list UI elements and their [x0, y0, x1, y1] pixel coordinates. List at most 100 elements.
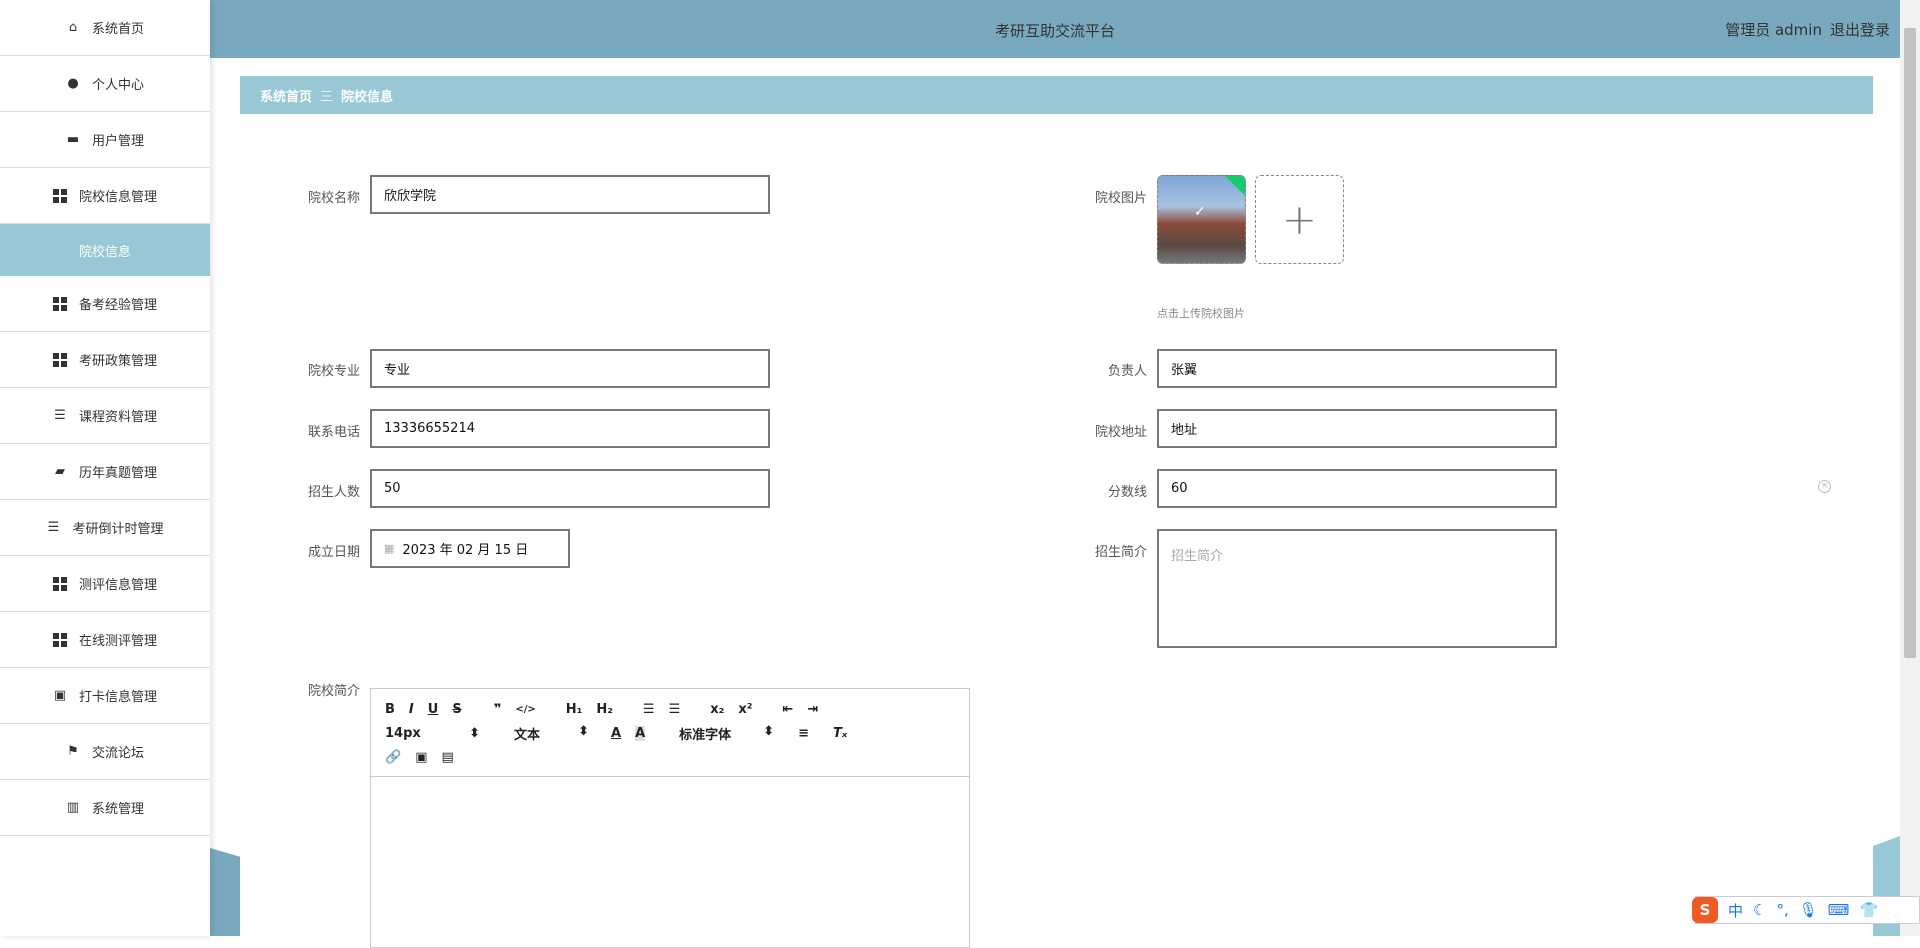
flag-icon: ⚑ — [67, 744, 79, 759]
sidebar-item-label: 系统首页 — [91, 22, 144, 37]
font-family-select[interactable]: 标准字体 ⬍ — [659, 724, 774, 743]
clipboard-icon: ▣ — [53, 688, 67, 703]
mic-icon[interactable]: 🎙 — [1799, 901, 1818, 919]
underline-button[interactable]: U — [428, 702, 439, 717]
keyboard-icon[interactable]: ⌨ — [1828, 901, 1850, 919]
sidebar-item[interactable]: 院校信息管理 — [0, 168, 210, 224]
scrollbar-thumb[interactable] — [1904, 28, 1916, 658]
enroll-input[interactable]: 50 — [370, 469, 770, 508]
blockquote-button[interactable]: ❞ — [494, 702, 502, 717]
breadcrumb-home[interactable]: 系统首页 — [260, 86, 312, 105]
home-icon: ⌂ — [68, 20, 78, 35]
align-button[interactable]: ≡ — [798, 726, 809, 741]
indent-button[interactable]: ⇥ — [807, 702, 818, 717]
superscript-button[interactable]: x² — [738, 702, 752, 717]
font-size-select[interactable]: 14px ⬍ — [385, 726, 480, 741]
intro-textarea[interactable]: 招生简介 — [1157, 529, 1557, 648]
font-size-value: 14px — [385, 725, 421, 741]
video-icon[interactable]: ▤ — [441, 750, 453, 765]
sidebar-item-label: 院校信息 — [78, 244, 131, 260]
plus-icon: + — [1281, 195, 1318, 244]
grid-icon — [52, 576, 67, 591]
block-format-select[interactable]: 文本 ⬍ — [494, 724, 589, 743]
uploaded-image-thumbnail[interactable]: ✓ — [1157, 175, 1246, 264]
image-label: 院校图片 — [1094, 191, 1147, 206]
logout-link[interactable]: 退出登录 — [1830, 21, 1890, 39]
sidebar-item-label: 测评信息管理 — [78, 578, 157, 593]
sidebar-item-label: 考研倒计时管理 — [72, 522, 164, 537]
date-value: 2023 年 02 月 15 日 — [402, 543, 529, 558]
link-icon[interactable]: 🔗 — [385, 750, 401, 765]
header: 考研互助交流平台 管理员 admin 退出登录 — [210, 0, 1900, 58]
sidebar-item[interactable]: ▥ 系统管理 — [0, 780, 210, 836]
enroll-label: 招生人数 — [307, 485, 360, 500]
select-arrow-icon: ⬍ — [763, 723, 775, 739]
outdent-button[interactable]: ⇤ — [782, 702, 793, 717]
italic-button[interactable]: I — [409, 702, 414, 717]
date-picker[interactable]: ▦ 2023 年 02 月 15 日 — [370, 529, 570, 568]
major-input[interactable]: 专业 — [370, 349, 770, 388]
sidebar-item[interactable]: ⚑ 交流论坛 — [0, 724, 210, 780]
grid-icon — [52, 188, 67, 203]
clear-format-button[interactable]: Tₓ — [833, 726, 847, 741]
intro-placeholder: 招生简介 — [1171, 549, 1224, 564]
h2-button[interactable]: H₂ — [596, 702, 613, 717]
sidebar-item[interactable]: ▬ 用户管理 — [0, 112, 210, 168]
phone-label: 联系电话 — [307, 425, 360, 440]
sidebar-item-label: 课程资料管理 — [78, 410, 157, 425]
bold-button[interactable]: B — [385, 702, 395, 717]
sidebar-item-label: 考研政策管理 — [78, 354, 157, 369]
sidebar-item-label: 系统管理 — [91, 802, 144, 817]
sidebar-item-label: 用户管理 — [91, 134, 144, 149]
block-format-value: 文本 — [514, 727, 541, 743]
sidebar-item[interactable]: 考研政策管理 — [0, 332, 210, 388]
grid-icon — [52, 352, 67, 367]
phone-input[interactable]: 13336655214 — [370, 409, 770, 448]
ime-lang[interactable]: 中 — [1728, 900, 1743, 921]
clear-icon[interactable]: × — [1818, 480, 1831, 493]
bullet-list-button[interactable]: ☰ — [669, 702, 681, 717]
score-label: 分数线 — [1107, 485, 1147, 500]
date-label: 成立日期 — [307, 545, 360, 560]
name-label: 院校名称 — [307, 191, 360, 206]
name-input[interactable]: 欣欣学院 — [370, 175, 770, 214]
image-icon[interactable]: ▣ — [415, 750, 427, 765]
font-color-button[interactable]: A — [611, 726, 621, 741]
sidebar-item[interactable]: ☰ 课程资料管理 — [0, 388, 210, 444]
sidebar-item[interactable]: ▰ 历年真题管理 — [0, 444, 210, 500]
subscript-button[interactable]: x₂ — [710, 702, 724, 717]
head-input[interactable]: 张翼 — [1157, 349, 1557, 388]
sidebar-item[interactable]: 院校信息 — [0, 224, 210, 276]
sidebar-item-label: 打卡信息管理 — [78, 690, 157, 705]
grid-icon — [52, 632, 67, 647]
code-button[interactable]: </> — [515, 704, 535, 715]
sidebar-item[interactable]: 测评信息管理 — [0, 556, 210, 612]
sidebar-item-label: 个人中心 — [91, 78, 144, 93]
punctuation-icon[interactable]: °, — [1776, 901, 1788, 919]
ordered-list-button[interactable]: ☰ — [643, 702, 655, 717]
skin-icon[interactable]: 👕 — [1859, 901, 1878, 919]
h1-button[interactable]: H₁ — [566, 702, 583, 717]
rich-text-editor[interactable]: B I U S ❞ </> H₁ H₂ ☰ ☰ x₂ x² ⇤ ⇥ 14px ⬍ … — [370, 688, 970, 948]
desc-label: 院校简介 — [307, 684, 360, 699]
ime-toolbar[interactable]: S 中 ☾ °, 🎙 ⌨ 👕 — [1692, 896, 1920, 924]
sidebar-item[interactable]: ☰ 考研倒计时管理 — [0, 500, 210, 556]
address-input[interactable]: 地址 — [1157, 409, 1557, 448]
sidebar-item[interactable]: ▣ 打卡信息管理 — [0, 668, 210, 724]
upload-add-button[interactable]: + — [1255, 175, 1344, 264]
sidebar-item[interactable]: 在线测评管理 — [0, 612, 210, 668]
page-scrollbar[interactable] — [1900, 0, 1920, 936]
sidebar-item[interactable]: 备考经验管理 — [0, 276, 210, 332]
users-icon: ▬ — [66, 132, 80, 147]
sogou-logo-icon: S — [1692, 897, 1718, 923]
strike-button[interactable]: S — [452, 702, 461, 717]
select-arrow-icon: ⬍ — [469, 725, 480, 741]
moon-icon[interactable]: ☾ — [1753, 901, 1766, 919]
major-label: 院校专业 — [307, 364, 360, 379]
score-input[interactable]: 60 — [1157, 469, 1557, 508]
select-arrow-icon: ⬍ — [578, 723, 589, 739]
sidebar-item[interactable]: ● 个人中心 — [0, 56, 210, 112]
background-color-button[interactable]: A — [635, 725, 646, 741]
app-title: 考研互助交流平台 — [994, 22, 1115, 40]
sidebar-item[interactable]: ⌂ 系统首页 — [0, 0, 210, 56]
